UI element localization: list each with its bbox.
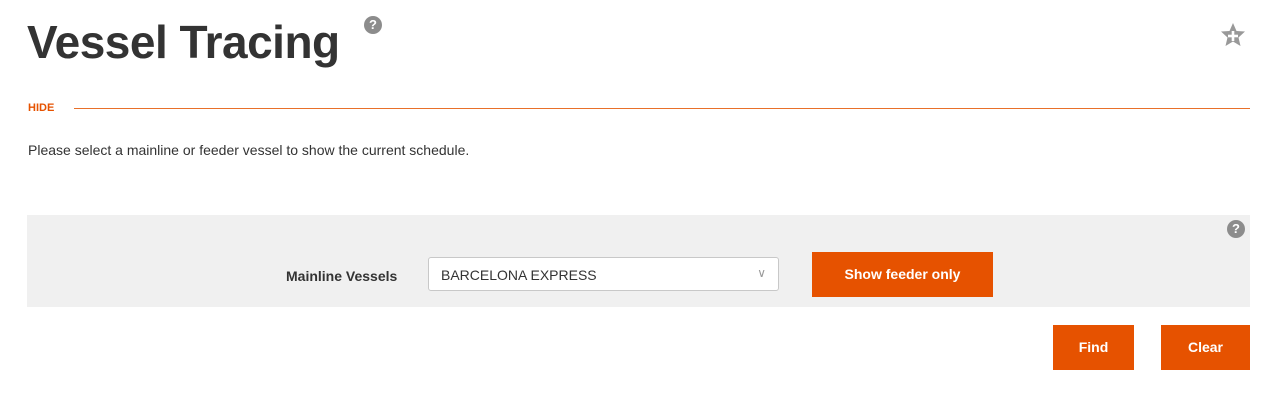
select-value: BARCELONA EXPRESS xyxy=(441,267,597,283)
instruction-text: Please select a mainline or feeder vesse… xyxy=(28,142,470,158)
question-icon[interactable]: ? xyxy=(1227,220,1245,238)
question-icon[interactable]: ? xyxy=(364,16,382,34)
clear-button[interactable]: Clear xyxy=(1161,325,1250,370)
show-feeder-only-button[interactable]: Show feeder only xyxy=(812,252,993,297)
mainline-vessel-select[interactable]: BARCELONA EXPRESS ∨ xyxy=(428,257,779,291)
page-title: Vessel Tracing xyxy=(27,16,340,68)
section-divider xyxy=(74,108,1250,109)
filter-panel: ? Mainline Vessels BARCELONA EXPRESS ∨ S… xyxy=(27,215,1250,307)
find-button[interactable]: Find xyxy=(1053,325,1134,370)
favorite-star-icon[interactable] xyxy=(1219,21,1247,49)
chevron-down-icon[interactable]: ∨ xyxy=(757,266,766,280)
hide-toggle-link[interactable]: HIDE xyxy=(28,102,54,114)
mainline-vessels-label: Mainline Vessels xyxy=(286,268,398,284)
